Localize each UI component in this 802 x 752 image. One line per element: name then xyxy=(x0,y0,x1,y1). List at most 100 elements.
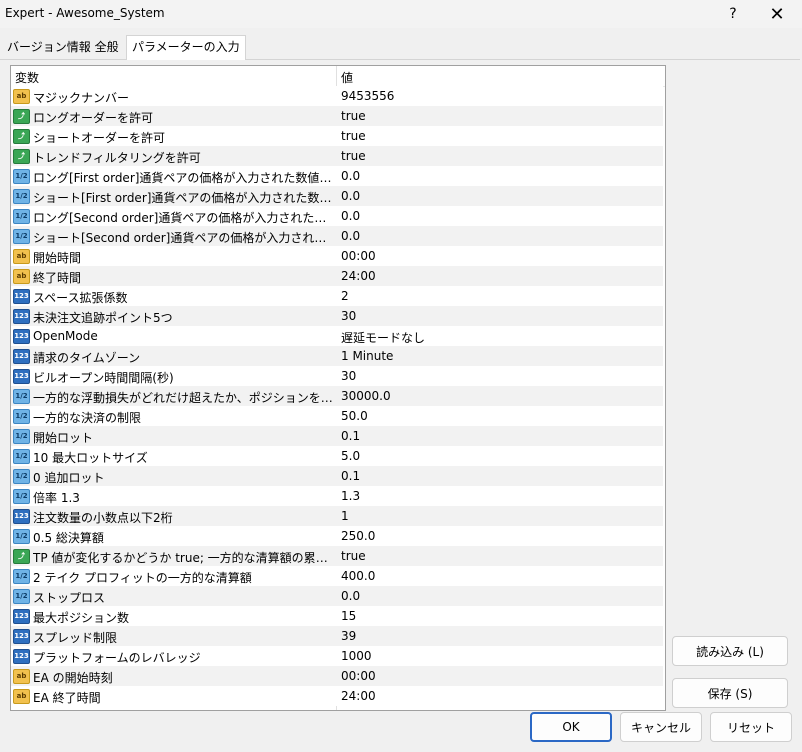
parameter-name: 一方的な浮動損失がどれだけ超えたか、ポジションを増やし続… xyxy=(33,391,333,405)
parameter-value[interactable]: 250.0 xyxy=(341,529,375,543)
parameter-rows: ab マジックナンバー 9453556 ⤴ ロングオーダーを許可 true ⤴ ショートオーダ… xyxy=(11,86,663,706)
parameter-row[interactable]: ⤴ トレンドフィルタリングを許可 true xyxy=(11,146,663,166)
double-type-icon: 1/2 xyxy=(13,189,30,204)
help-button[interactable]: ? xyxy=(710,0,756,28)
parameter-name: ショート[First order]通貨ペアの価格が入力された数値以上の… xyxy=(33,191,333,205)
parameter-name: OpenMode xyxy=(33,329,98,343)
parameter-value[interactable]: 1.3 xyxy=(341,489,360,503)
parameter-value[interactable]: 39 xyxy=(341,629,356,643)
parameter-row[interactable]: 1/2 倍率 1.3 1.3 xyxy=(11,486,663,506)
parameter-row[interactable]: 123 OpenMode 遅延モードなし xyxy=(11,326,663,346)
parameter-value[interactable]: 0.1 xyxy=(341,469,360,483)
parameter-value[interactable]: true xyxy=(341,129,366,143)
parameter-name: 未決注文追跡ポイント5つ xyxy=(33,311,173,325)
parameter-row[interactable]: 1/2 0.5 総決算額 250.0 xyxy=(11,526,663,546)
parameter-value[interactable]: 00:00 xyxy=(341,669,376,683)
parameter-row[interactable]: 1/2ショート[First order]通貨ペアの価格が入力された数値以上の… 0… xyxy=(11,186,663,206)
parameter-row[interactable]: 1/2ロング[Second order]通貨ペアの価格が入力された数値以上… 0.… xyxy=(11,206,663,226)
parameter-value[interactable]: 400.0 xyxy=(341,569,375,583)
parameter-value[interactable]: 遅延モードなし xyxy=(341,329,425,346)
parameter-value[interactable]: 24:00 xyxy=(341,269,376,283)
parameter-row[interactable]: ⤴ ロングオーダーを許可 true xyxy=(11,106,663,126)
close-button[interactable]: ✕ xyxy=(754,0,800,28)
parameter-name: スプレッド制限 xyxy=(33,631,118,645)
parameter-name: ロング[Second order]通貨ペアの価格が入力された数値以上… xyxy=(33,211,333,225)
parameter-value[interactable]: 1 Minute xyxy=(341,349,393,363)
parameter-row[interactable]: 1/2 一方的な決済の制限 50.0 xyxy=(11,406,663,426)
parameter-row[interactable]: 123 最大ポジション数 15 xyxy=(11,606,663,626)
parameter-value[interactable]: true xyxy=(341,149,366,163)
parameter-row[interactable]: ⤴ ショートオーダーを許可 true xyxy=(11,126,663,146)
parameter-row[interactable]: ab 終了時間 24:00 xyxy=(11,266,663,286)
parameter-row[interactable]: 123 未決注文追跡ポイント5つ 30 xyxy=(11,306,663,326)
parameter-value[interactable]: 0.0 xyxy=(341,589,360,603)
parameter-value[interactable]: true xyxy=(341,109,366,123)
parameter-value[interactable]: 00:00 xyxy=(341,249,376,263)
parameter-row[interactable]: 1/2ショート[Second order]通貨ペアの価格が入力された数値以… 0.… xyxy=(11,226,663,246)
double-type-icon: 1/2 xyxy=(13,409,30,424)
double-type-icon: 1/2 xyxy=(13,389,30,404)
parameter-row[interactable]: 1/2 2 テイク プロフィットの一方的な清算額 400.0 xyxy=(11,566,663,586)
parameter-value[interactable]: 2 xyxy=(341,289,349,303)
parameter-value[interactable]: 0.0 xyxy=(341,169,360,183)
parameter-row[interactable]: ⤴TP 値が変化するかどうか true; 一方的な清算額の累積スイッチ true xyxy=(11,546,663,566)
parameter-value[interactable]: 50.0 xyxy=(341,409,368,423)
parameter-value[interactable]: 9453556 xyxy=(341,89,394,103)
parameter-row[interactable]: 123 請求のタイムゾーン 1 Minute xyxy=(11,346,663,366)
parameter-row[interactable]: 123 スペース拡張係数 2 xyxy=(11,286,663,306)
parameter-value[interactable]: 0.0 xyxy=(341,209,360,223)
bool-type-icon: ⤴ xyxy=(13,129,30,144)
tab-parameters[interactable]: パラメーターの入力 xyxy=(126,35,246,60)
parameter-name: 開始ロット xyxy=(33,431,94,445)
parameter-row[interactable]: 1/2 ストップロス 0.0 xyxy=(11,586,663,606)
integer-type-icon: 123 xyxy=(13,509,30,524)
parameter-row[interactable]: 123 ビルオープン時間間隔(秒) 30 xyxy=(11,366,663,386)
parameter-value[interactable]: 30 xyxy=(341,369,356,383)
parameter-value[interactable]: 15 xyxy=(341,609,356,623)
parameter-value[interactable]: 24:00 xyxy=(341,689,376,703)
double-type-icon: 1/2 xyxy=(13,209,30,224)
integer-type-icon: 123 xyxy=(13,309,30,324)
double-type-icon: 1/2 xyxy=(13,469,30,484)
parameter-row[interactable]: 123 注文数量の小数点以下2桁 1 xyxy=(11,506,663,526)
parameter-row[interactable]: 1/2ロング[First order]通貨ペアの価格が入力された数値以上の… 0.… xyxy=(11,166,663,186)
parameter-value[interactable]: 5.0 xyxy=(341,449,360,463)
double-type-icon: 1/2 xyxy=(13,589,30,604)
parameter-row[interactable]: 1/2 開始ロット 0.1 xyxy=(11,426,663,446)
parameter-value[interactable]: true xyxy=(341,549,366,563)
parameter-row[interactable]: ab 開始時間 00:00 xyxy=(11,246,663,266)
string-type-icon: ab xyxy=(13,689,30,704)
parameter-row[interactable]: 1/2 10 最大ロットサイズ 5.0 xyxy=(11,446,663,466)
parameter-row[interactable]: 123 プラットフォームのレバレッジ 1000 xyxy=(11,646,663,666)
parameter-value[interactable]: 0.0 xyxy=(341,189,360,203)
parameter-row[interactable]: 1/2 0 追加ロット 0.1 xyxy=(11,466,663,486)
parameter-value[interactable]: 30000.0 xyxy=(341,389,391,403)
parameter-name: 0.5 総決算額 xyxy=(33,531,104,545)
parameter-row[interactable]: 1/2一方的な浮動損失がどれだけ超えたか、ポジションを増やし続… 30000.0 xyxy=(11,386,663,406)
cancel-button[interactable]: キャンセル xyxy=(620,712,702,742)
parameter-name: ビルオープン時間間隔(秒) xyxy=(33,371,174,385)
tab-version-general[interactable]: バージョン情報 全般 xyxy=(7,36,119,58)
parameter-value[interactable]: 1000 xyxy=(341,649,372,663)
parameter-row[interactable]: ab EA 終了時間 24:00 xyxy=(11,686,663,706)
parameter-value[interactable]: 30 xyxy=(341,309,356,323)
parameter-name: プラットフォームのレバレッジ xyxy=(33,651,201,665)
bool-type-icon: ⤴ xyxy=(13,549,30,564)
save-button[interactable]: 保存 (S) xyxy=(672,678,788,708)
parameter-value[interactable]: 0.1 xyxy=(341,429,360,443)
load-button[interactable]: 読み込み (L) xyxy=(672,636,788,666)
bool-type-icon: ⤴ xyxy=(13,149,30,164)
parameter-row[interactable]: ab EA の開始時刻 00:00 xyxy=(11,666,663,686)
parameter-row[interactable]: ab マジックナンバー 9453556 xyxy=(11,86,663,106)
integer-type-icon: 123 xyxy=(13,329,30,344)
parameter-value[interactable]: 1 xyxy=(341,509,349,523)
column-header-value[interactable]: 値 xyxy=(341,69,353,86)
parameter-value[interactable]: 0.0 xyxy=(341,229,360,243)
ok-button[interactable]: OK xyxy=(530,712,612,742)
parameter-row[interactable]: 123 スプレッド制限 39 xyxy=(11,626,663,646)
integer-type-icon: 123 xyxy=(13,289,30,304)
parameter-name: 倍率 1.3 xyxy=(33,491,80,505)
column-header-variable[interactable]: 変数 xyxy=(15,69,39,86)
reset-button[interactable]: リセット xyxy=(710,712,792,742)
double-type-icon: 1/2 xyxy=(13,229,30,244)
